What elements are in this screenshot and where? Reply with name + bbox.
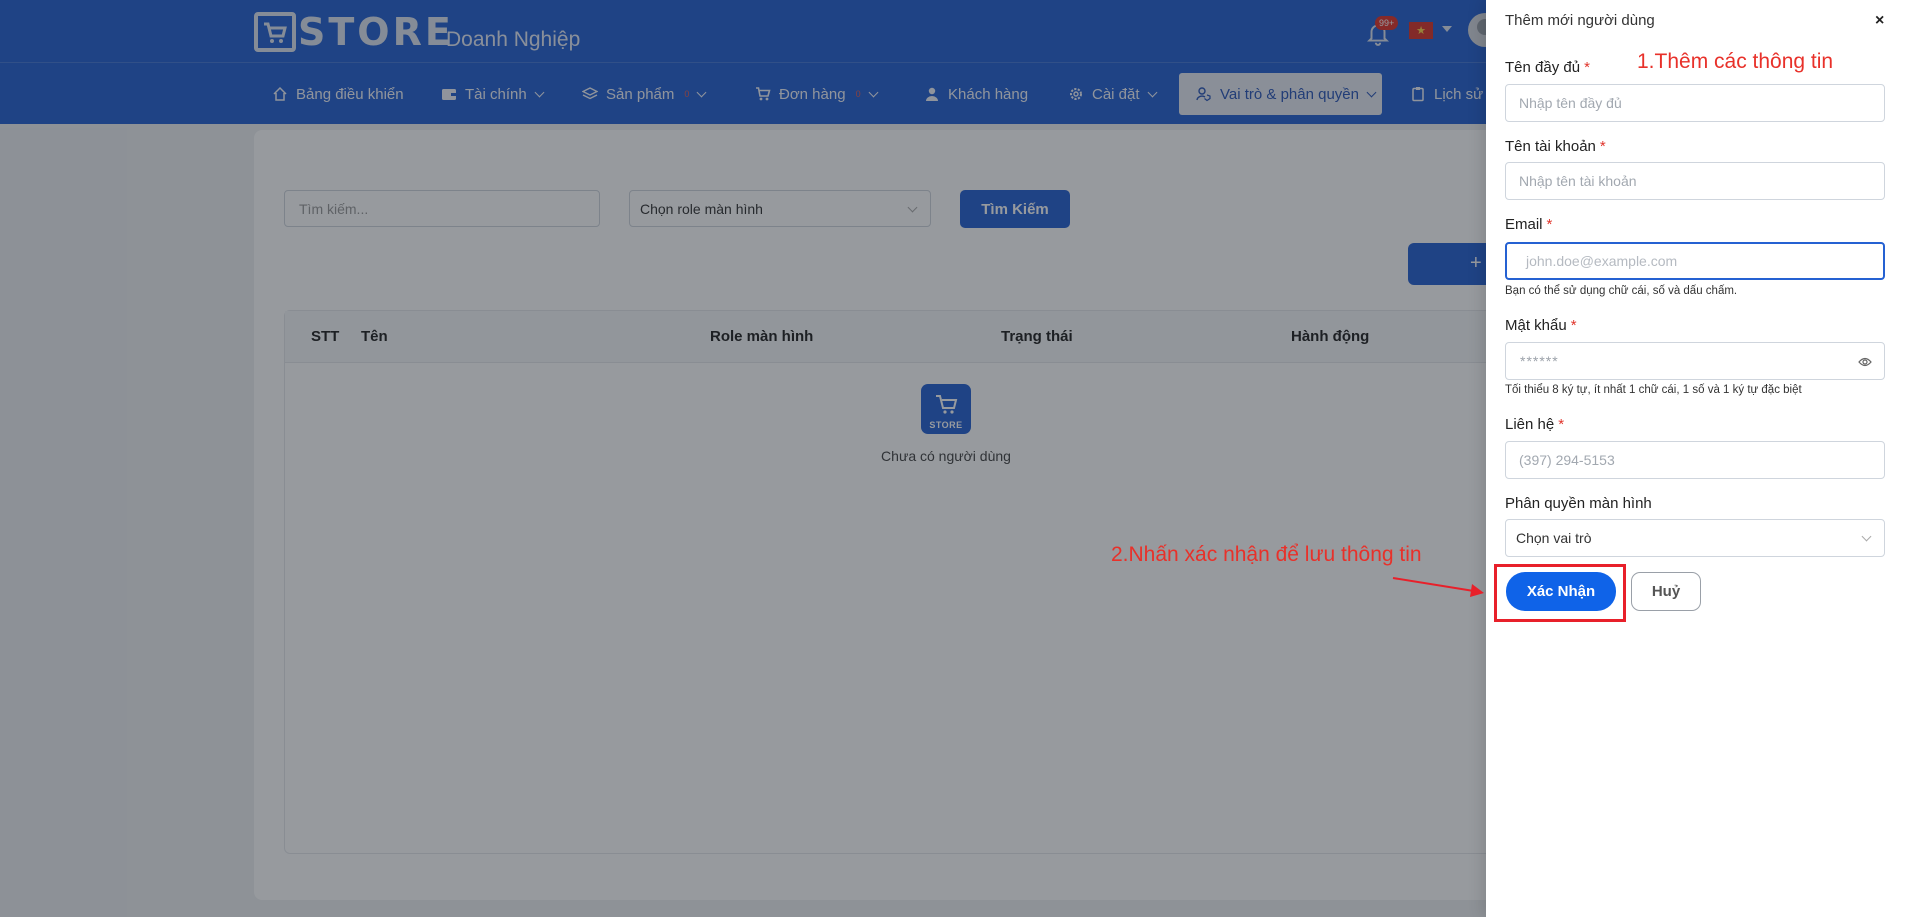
username-field[interactable]: Nhập tên tài khoản	[1505, 162, 1885, 200]
full-name-label: Tên đầy đủ *	[1505, 59, 1590, 76]
password-field[interactable]: ******	[1505, 342, 1885, 380]
email-hint: Bạn có thể sử dụng chữ cái, số và dấu ch…	[1505, 285, 1738, 297]
full-name-field[interactable]: Nhập tên đầy đủ	[1505, 84, 1885, 122]
role-label: Phân quyền màn hình	[1505, 495, 1652, 512]
annotation-arrow-icon	[1392, 577, 1484, 597]
close-icon[interactable]: ×	[1875, 12, 1884, 30]
email-label: Email *	[1505, 216, 1553, 233]
eye-icon[interactable]	[1858, 356, 1872, 368]
annotation-highlight-box	[1494, 564, 1626, 622]
add-user-drawer: Thêm mới người dùng × Tên đầy đủ * Nhập t…	[1486, 0, 1906, 917]
chevron-down-icon	[1861, 531, 1872, 542]
contact-label: Liên hệ *	[1505, 416, 1565, 433]
email-field[interactable]: john.doe@example.com	[1505, 242, 1885, 280]
password-placeholder: ******	[1520, 353, 1559, 369]
password-hint: Tối thiểu 8 ký tự, ít nhất 1 chữ cái, 1 …	[1505, 384, 1802, 396]
contact-field[interactable]: (397) 294-5153	[1505, 441, 1885, 479]
password-label: Mật khẩu *	[1505, 317, 1577, 334]
annotation-step-1: 1.Thêm các thông tin	[1637, 50, 1834, 73]
annotation-step-2: 2.Nhấn xác nhận để lưu thông tin	[1111, 543, 1422, 566]
role-select[interactable]: Chọn vai trò	[1505, 519, 1885, 557]
role-select-value: Chọn vai trò	[1516, 530, 1592, 546]
cancel-button[interactable]: Huỷ	[1631, 572, 1701, 611]
drawer-title: Thêm mới người dùng	[1505, 12, 1655, 29]
username-label: Tên tài khoản *	[1505, 138, 1606, 155]
